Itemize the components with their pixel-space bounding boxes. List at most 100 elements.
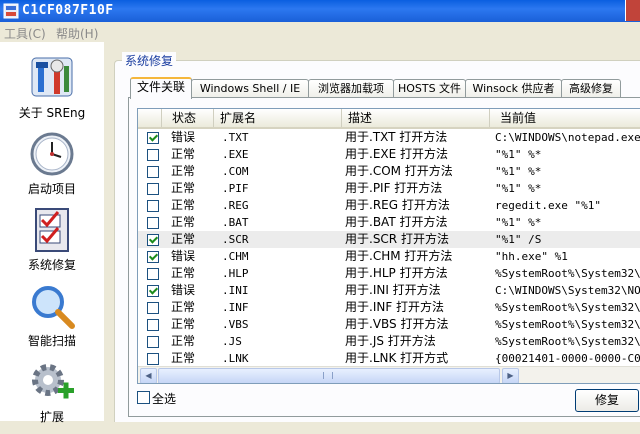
list-header: 状态 扩展名 描述 当前值: [138, 109, 640, 129]
sidebar-item-startup[interactable]: 启动项目: [0, 130, 104, 206]
status-cell: 正常: [171, 266, 196, 280]
table-row[interactable]: 正常 .INF 用于.INF 打开方法 %SystemRoot%\System32\: [138, 299, 640, 316]
select-all-label: 全选: [152, 392, 177, 406]
status-cell: 正常: [171, 181, 196, 195]
value-cell: "hh.exe" %1: [495, 250, 568, 263]
value-cell: %SystemRoot%\System32\: [495, 318, 640, 331]
table-row[interactable]: 正常 .COM 用于.COM 打开方法 "%1" %*: [138, 163, 640, 180]
menu-bar: 工具(C) 帮助(H): [0, 22, 640, 42]
extension-cell: .BAT: [222, 216, 249, 229]
table-row[interactable]: 正常 .SCR 用于.SCR 打开方法 "%1" /S: [138, 231, 640, 248]
clock-icon: [30, 132, 74, 176]
table-row[interactable]: 正常 .LNK 用于.LNK 打开方式 {00021401-0000-0000-C00: [138, 350, 640, 367]
sidebar-item-extend[interactable]: 扩展: [0, 358, 104, 434]
row-checkbox[interactable]: [147, 336, 159, 348]
status-cell: 正常: [171, 232, 196, 246]
tab-browser-addons[interactable]: 浏览器加载项: [308, 79, 394, 97]
menu-tools[interactable]: 工具(C): [4, 25, 46, 42]
grip-icon: [323, 372, 333, 379]
repair-button[interactable]: 修复: [575, 389, 639, 412]
checklist-icon: [35, 208, 69, 252]
horizontal-scrollbar[interactable]: ◀ ▶: [138, 366, 640, 383]
sidebar-item-label: 启动项目: [27, 182, 76, 196]
scroll-left-button[interactable]: ◀: [140, 368, 157, 383]
extension-cell: .INF: [222, 301, 249, 314]
row-checkbox[interactable]: [147, 251, 159, 263]
description-cell: 用于.HLP 打开方法: [345, 266, 448, 280]
value-cell: %SystemRoot%\System32\: [495, 301, 640, 314]
value-cell: {00021401-0000-0000-C00: [495, 352, 640, 365]
tab-file-association[interactable]: 文件关联: [130, 77, 192, 99]
extension-cell: .PIF: [222, 182, 249, 195]
column-header-check[interactable]: [138, 109, 162, 127]
sidebar-item-repair[interactable]: 系统修复: [0, 206, 104, 282]
title-bar: C1CF087F10F: [0, 0, 640, 22]
column-header-status[interactable]: 状态: [162, 109, 214, 127]
row-checkbox[interactable]: [147, 234, 159, 246]
row-checkbox[interactable]: [147, 132, 159, 144]
status-cell: 错误: [171, 130, 196, 144]
description-cell: 用于.INF 打开方法: [345, 300, 445, 314]
extension-cell: .CHM: [222, 250, 249, 263]
table-row[interactable]: 正常 .JS 用于.JS 打开方法 %SystemRoot%\System32\: [138, 333, 640, 350]
menu-help[interactable]: 帮助(H): [56, 25, 98, 42]
tab-windows-shell[interactable]: Windows Shell / IE: [191, 79, 309, 97]
description-cell: 用于.SCR 打开方法: [345, 232, 449, 246]
row-checkbox[interactable]: [147, 319, 159, 331]
scroll-thumb[interactable]: [158, 368, 500, 383]
file-association-list[interactable]: 状态 扩展名 描述 当前值 错误 .TXT 用于.TXT 打开方法 C:\WINDOW…: [137, 108, 640, 384]
table-row[interactable]: 错误 .INI 用于.INI 打开方法 C:\WINDOWS\System32\NOT: [138, 282, 640, 299]
description-cell: 用于.VBS 打开方法: [345, 317, 449, 331]
value-cell: "%1" %*: [495, 148, 542, 161]
row-checkbox[interactable]: [147, 200, 159, 212]
column-header-value[interactable]: 当前值: [490, 109, 640, 127]
tab-strip: 文件关联 Windows Shell / IE 浏览器加载项 HOSTS 文件 …: [128, 77, 640, 99]
table-row[interactable]: 正常 .BAT 用于.BAT 打开方法 "%1" %*: [138, 214, 640, 231]
sidebar-item-about[interactable]: 关于 SREng: [0, 54, 104, 130]
value-cell: regedit.exe "%1": [495, 199, 601, 212]
extension-cell: .SCR: [222, 233, 249, 246]
extension-cell: .HLP: [222, 267, 249, 280]
row-checkbox[interactable]: [147, 183, 159, 195]
status-cell: 正常: [171, 164, 196, 178]
app-icon: [3, 3, 19, 19]
extension-cell: .COM: [222, 165, 249, 178]
column-header-extension[interactable]: 扩展名: [214, 109, 342, 127]
close-button[interactable]: [625, 0, 640, 21]
table-row[interactable]: 正常 .REG 用于.REG 打开方法 regedit.exe "%1": [138, 197, 640, 214]
description-cell: 用于.COM 打开方法: [345, 164, 453, 178]
value-cell: "%1" %*: [495, 165, 542, 178]
magnifier-icon: [32, 286, 75, 329]
table-row[interactable]: 正常 .PIF 用于.PIF 打开方法 "%1" %*: [138, 180, 640, 197]
row-checkbox[interactable]: [147, 217, 159, 229]
table-row[interactable]: 错误 .CHM 用于.CHM 打开方法 "hh.exe" %1: [138, 248, 640, 265]
tab-winsock[interactable]: Winsock 供应者: [465, 79, 562, 97]
row-checkbox[interactable]: [147, 353, 159, 365]
row-checkbox[interactable]: [147, 149, 159, 161]
sidebar-item-scan[interactable]: 智能扫描: [0, 282, 104, 358]
row-checkbox[interactable]: [147, 166, 159, 178]
row-checkbox[interactable]: [147, 302, 159, 314]
description-cell: 用于.BAT 打开方法: [345, 215, 448, 229]
description-cell: 用于.PIF 打开方法: [345, 181, 443, 195]
table-row[interactable]: 正常 .EXE 用于.EXE 打开方法 "%1" %*: [138, 146, 640, 163]
value-cell: "%1" /S: [495, 233, 542, 246]
tab-hosts-file[interactable]: HOSTS 文件: [393, 79, 466, 97]
status-cell: 正常: [171, 198, 196, 212]
group-title: 系统修复: [122, 52, 177, 69]
row-checkbox[interactable]: [147, 268, 159, 280]
tab-advanced-repair[interactable]: 高级修复: [561, 79, 621, 97]
scroll-right-button[interactable]: ▶: [502, 368, 519, 383]
column-header-description[interactable]: 描述: [342, 109, 490, 127]
extension-cell: .VBS: [222, 318, 249, 331]
row-checkbox[interactable]: [147, 285, 159, 297]
table-row[interactable]: 正常 .HLP 用于.HLP 打开方法 %SystemRoot%\System32\: [138, 265, 640, 282]
value-cell: %SystemRoot%\System32\: [495, 267, 640, 280]
status-cell: 正常: [171, 351, 196, 365]
table-row[interactable]: 错误 .TXT 用于.TXT 打开方法 C:\WINDOWS\notepad.exe: [138, 129, 640, 146]
description-cell: 用于.TXT 打开方法: [345, 130, 448, 144]
sidebar-item-label: 扩展: [39, 410, 64, 424]
status-cell: 正常: [171, 334, 196, 348]
table-row[interactable]: 正常 .VBS 用于.VBS 打开方法 %SystemRoot%\System32\: [138, 316, 640, 333]
description-cell: 用于.INI 打开方法: [345, 283, 441, 297]
